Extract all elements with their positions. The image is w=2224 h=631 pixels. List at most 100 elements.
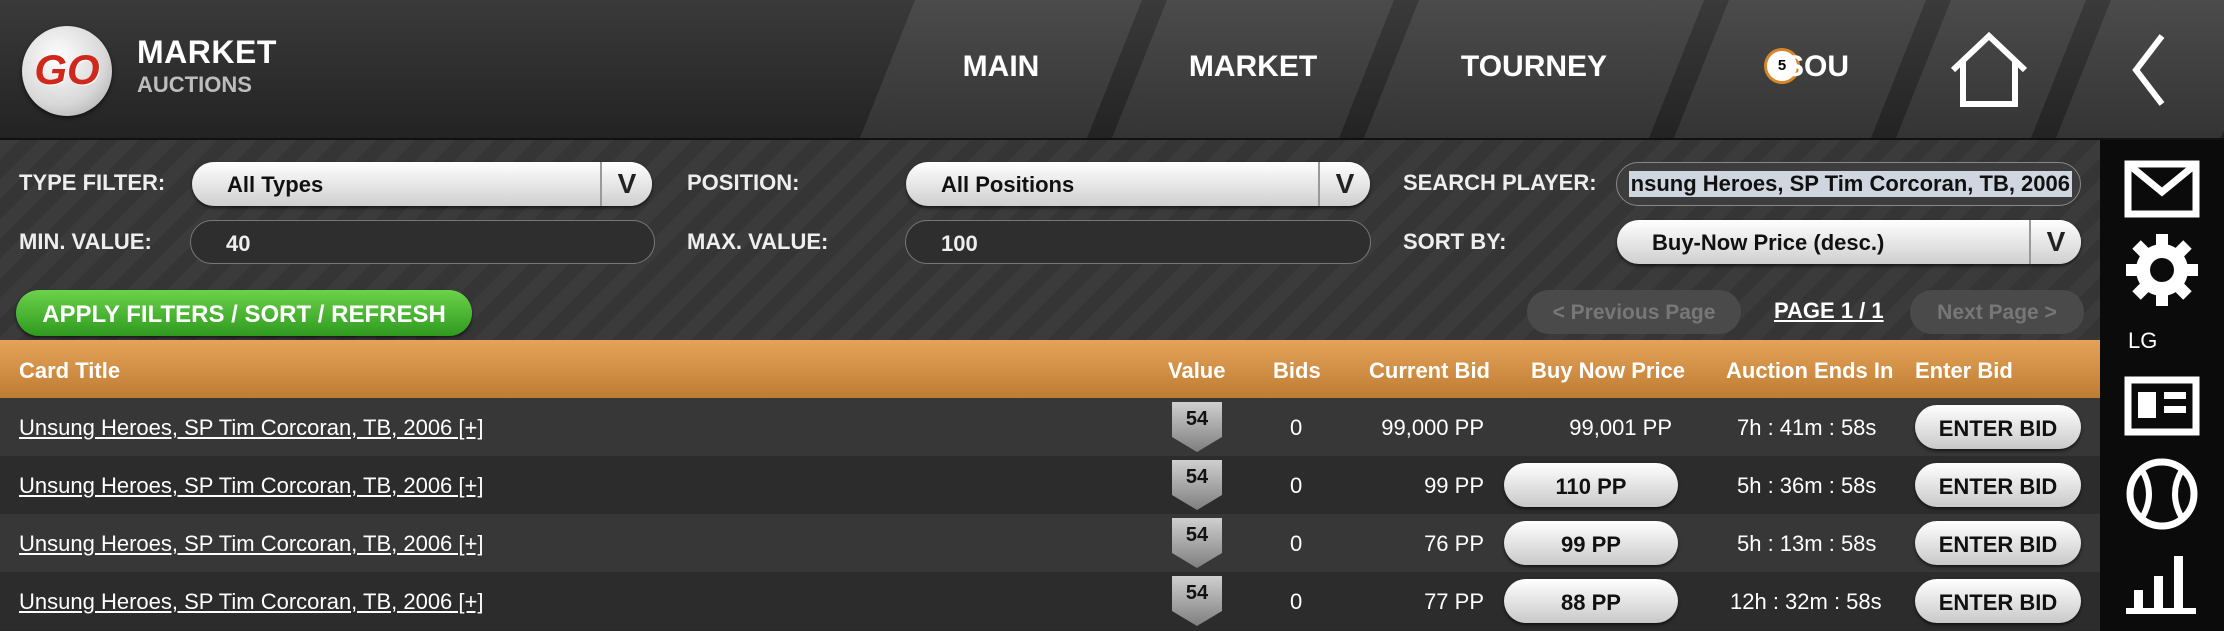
buy-now-label: 110 PP	[1555, 474, 1627, 499]
dropdown-arrow[interactable]: V	[600, 162, 652, 206]
table-row: Unsung Heroes, SP Tim Corcoran, TB, 2006…	[0, 398, 2100, 456]
col-card-title[interactable]: Card Title	[19, 358, 120, 384]
current-bid: 77 PP	[1424, 589, 1484, 614]
position-value: All Positions	[941, 172, 1075, 197]
bids-count: 0	[1290, 473, 1303, 498]
gear-icon[interactable]	[2124, 232, 2200, 308]
apply-filters-button[interactable]: APPLY FILTERS / SORT / REFRESH	[16, 290, 472, 336]
bids-count: 0	[1290, 415, 1303, 440]
type-filter-dropdown[interactable]: All Types V	[192, 162, 652, 206]
value-badge-text: 54	[1185, 524, 1209, 546]
back-chevron-icon	[2128, 32, 2168, 108]
card-title-link[interactable]: Unsung Heroes, SP Tim Corcoran, TB, 2006…	[19, 415, 483, 441]
buy-now-label: 99 PP	[1561, 532, 1621, 557]
col-value[interactable]: Value	[1168, 358, 1225, 384]
apply-filters-label: APPLY FILTERS / SORT / REFRESH	[42, 301, 446, 328]
enter-bid-label: ENTER BID	[1938, 416, 2058, 441]
min-value-label: MIN. VALUE:	[19, 229, 152, 254]
table-row: Unsung Heroes, SP Tim Corcoran, TB, 2006…	[0, 514, 2100, 572]
nav-tab-market[interactable]: MARKET	[1112, 0, 1394, 138]
search-player-input[interactable]: nsung Heroes, SP Tim Corcoran, TB, 2006	[1616, 162, 2081, 206]
sort-by-label: SORT BY:	[1403, 229, 1507, 254]
news-icon[interactable]	[2124, 376, 2200, 436]
enter-bid-label: ENTER BID	[1938, 474, 2058, 499]
position-dropdown[interactable]: All Positions V	[906, 162, 1370, 206]
value-badge-text: 54	[1185, 582, 1209, 604]
nav-tab-main[interactable]: MAIN	[860, 0, 1142, 138]
current-bid: 99 PP	[1424, 473, 1484, 498]
enter-bid-button[interactable]: ENTER BID	[1915, 463, 2081, 507]
dropdown-arrow[interactable]: V	[1318, 162, 1370, 206]
card-title-link[interactable]: Unsung Heroes, SP Tim Corcoran, TB, 2006…	[19, 473, 483, 499]
next-page-label: Next Page >	[1937, 301, 2057, 324]
auction-ends-in: 12h : 32m : 58s	[1730, 589, 1882, 614]
right-sidebar: LG	[2100, 140, 2224, 631]
nav-tab-sou[interactable]: 5 SOU	[1674, 0, 1926, 138]
auction-ends-in: 5h : 36m : 58s	[1737, 473, 1877, 498]
enter-bid-button[interactable]: ENTER BID	[1915, 521, 2081, 565]
value-badge-text: 54	[1185, 466, 1209, 488]
enter-bid-button[interactable]: ENTER BID	[1915, 579, 2081, 623]
value-badge: 54	[1172, 576, 1222, 626]
mail-icon[interactable]	[2124, 160, 2200, 218]
auction-ends-in: 7h : 41m : 58s	[1737, 415, 1877, 440]
back-button[interactable]	[2056, 0, 2224, 138]
home-button[interactable]	[1896, 0, 2086, 138]
previous-page-button[interactable]: < Previous Page	[1527, 290, 1741, 334]
card-title-link[interactable]: Unsung Heroes, SP Tim Corcoran, TB, 2006…	[19, 531, 483, 557]
card-title-link[interactable]: Unsung Heroes, SP Tim Corcoran, TB, 2006…	[19, 589, 483, 615]
baseball-icon[interactable]	[2124, 456, 2200, 532]
buy-now-button[interactable]: 88 PP	[1504, 579, 1678, 623]
value-badge: 54	[1172, 460, 1222, 510]
search-player-value: nsung Heroes, SP Tim Corcoran, TB, 2006	[1628, 171, 2072, 197]
stats-icon[interactable]	[2124, 550, 2200, 616]
value-badge: 54	[1172, 402, 1222, 452]
go-logo[interactable]: GO	[22, 26, 112, 116]
chevron-down-icon: V	[2046, 226, 2066, 257]
chevron-down-icon: V	[1335, 168, 1355, 199]
col-auction-ends[interactable]: Auction Ends In	[1726, 358, 1893, 384]
nav-tab-label: MARKET	[1188, 50, 1318, 83]
top-bar: GO MARKET AUCTIONS MAIN MARKET TOURNEY 5…	[0, 0, 2224, 140]
min-value-input[interactable]: 40	[190, 220, 655, 264]
dropdown-arrow[interactable]: V	[2029, 220, 2081, 264]
col-buy-now-price[interactable]: Buy Now Price	[1531, 358, 1685, 384]
enter-bid-label: ENTER BID	[1938, 532, 2058, 557]
lg-label: LG	[2128, 328, 2158, 353]
next-page-button[interactable]: Next Page >	[1910, 290, 2084, 334]
page-indicator: PAGE 1 / 1	[1774, 298, 1884, 323]
nav-tab-label: TOURNEY	[1460, 50, 1608, 83]
position-label: POSITION:	[687, 170, 800, 195]
buy-now-button[interactable]: 110 PP	[1504, 463, 1678, 507]
col-enter-bid: Enter Bid	[1915, 358, 2013, 383]
type-filter-label: TYPE FILTER:	[19, 170, 166, 195]
value-badge-text: 54	[1185, 408, 1209, 430]
page-title: MARKET	[137, 34, 277, 70]
value-badge: 54	[1172, 518, 1222, 568]
search-player-label: SEARCH PLAYER:	[1403, 170, 1597, 195]
col-current-bid[interactable]: Current Bid	[1369, 358, 1490, 384]
table-header: Card Title Value Bids Current Bid Buy No…	[0, 340, 2100, 398]
current-bid: 99,000 PP	[1381, 415, 1484, 440]
sort-by-dropdown[interactable]: Buy-Now Price (desc.) V	[1617, 220, 2081, 264]
type-filter-value: All Types	[227, 172, 324, 197]
col-bids[interactable]: Bids	[1273, 358, 1321, 384]
buy-now-label: 88 PP	[1561, 590, 1621, 615]
current-bid: 76 PP	[1424, 531, 1484, 556]
page-subtitle: AUCTIONS	[137, 72, 252, 97]
nav-tab-label: SOU	[1784, 50, 1850, 83]
nav-tab-tourney[interactable]: TOURNEY	[1364, 0, 1704, 138]
logo-text: GO	[34, 46, 100, 93]
previous-page-label: < Previous Page	[1552, 301, 1716, 324]
max-value-label: MAX. VALUE:	[687, 229, 829, 254]
bids-count: 0	[1290, 531, 1303, 556]
enter-bid-button[interactable]: ENTER BID	[1915, 405, 2081, 449]
home-icon	[1949, 32, 2029, 108]
sort-by-value: Buy-Now Price (desc.)	[1652, 230, 1885, 255]
buy-now-button[interactable]: 99 PP	[1504, 521, 1678, 565]
max-value-input[interactable]: 100	[905, 220, 1371, 264]
chevron-down-icon: V	[617, 168, 637, 199]
min-value-text: 40	[226, 231, 251, 256]
auction-ends-in: 5h : 13m : 58s	[1737, 531, 1877, 556]
table-row: Unsung Heroes, SP Tim Corcoran, TB, 2006…	[0, 572, 2100, 630]
